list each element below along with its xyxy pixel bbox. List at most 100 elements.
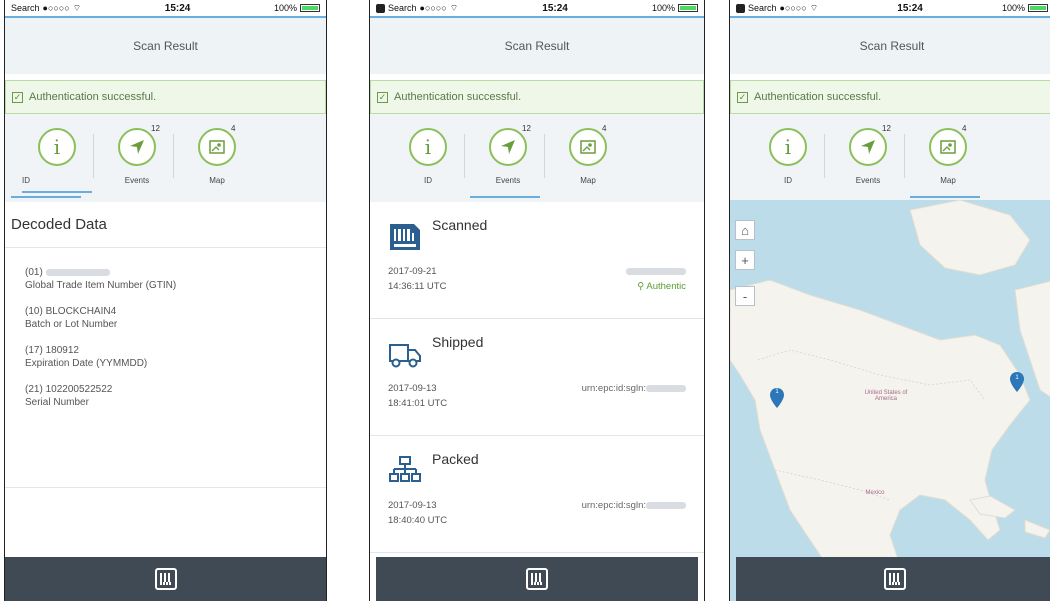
phone-id-screen: Search ●○○○○ ⌔ 15:24 100% Scan Result ✓ Aut…	[4, 0, 327, 601]
tab-map[interactable]: 4 Map	[173, 124, 257, 185]
tab-events[interactable]: 12 Events	[93, 124, 177, 185]
signal-indicator: ●○○○○	[42, 3, 70, 13]
event-item-packed[interactable]: Packed 2017-09-13 18:40:40 UTC urn:epc:id…	[370, 436, 704, 553]
tab-label: Events	[495, 176, 521, 185]
map-badge: 4	[231, 124, 236, 133]
phone-map-screen: Search ●○○○○ ⌔ 15:24 100% Scan Result ✓ Aut…	[729, 0, 1050, 601]
entry-value: 180912	[45, 345, 79, 356]
scan-footer-button[interactable]	[5, 557, 326, 601]
zoom-out-button[interactable]: -	[735, 286, 755, 306]
navigation-arrow-icon	[489, 128, 527, 166]
status-time: 15:24	[164, 2, 191, 14]
check-icon: ✓	[12, 91, 23, 103]
map-view[interactable]: ⌂ + - United States of America Mexico 1 …	[730, 200, 1050, 601]
wifi-icon: ⌔	[809, 2, 819, 13]
battery-label: 100%	[1001, 3, 1025, 13]
nav-bar: Scan Result	[370, 16, 704, 74]
event-location: urn:epc:id:sgln:	[581, 500, 646, 511]
map-badge: 4	[602, 124, 607, 133]
redacted-value	[626, 267, 686, 275]
tab-label: Map	[580, 176, 596, 185]
auth-banner: ✓ Authentication successful.	[370, 80, 704, 114]
home-icon: ⌂	[741, 222, 749, 238]
event-title: Shipped	[432, 334, 484, 350]
carrier-label: Search	[748, 3, 777, 13]
map-icon	[569, 128, 607, 166]
tab-id[interactable]: i ID	[388, 128, 468, 185]
wifi-icon: ⌔	[449, 2, 459, 13]
event-title: Packed	[432, 451, 479, 467]
status-time: 15:24	[542, 2, 568, 14]
battery-icon	[1027, 4, 1048, 12]
redacted-value	[646, 384, 686, 392]
event-title: Scanned	[432, 217, 488, 233]
location-pin-icon: ⚲	[637, 281, 645, 292]
country-label-usa: United States of America	[864, 390, 908, 402]
tab-label: ID	[22, 176, 92, 193]
active-tab-indicator	[11, 196, 81, 198]
events-badge: 12	[882, 124, 891, 133]
carrier-label: Search	[11, 3, 40, 13]
event-location: urn:epc:id:sgln:	[581, 383, 646, 394]
tab-label: ID	[424, 176, 432, 185]
auth-message: Authentication successful.	[754, 91, 882, 103]
wifi-icon: ⌔	[72, 2, 82, 13]
info-icon: i	[409, 128, 447, 166]
zoom-out-icon: -	[742, 288, 748, 304]
home-button[interactable]: ⌂	[735, 220, 755, 240]
scan-footer-button[interactable]	[376, 557, 698, 601]
redacted-value	[45, 268, 110, 276]
status-time: 15:24	[897, 2, 923, 14]
tab-events[interactable]: 12 Events	[824, 124, 908, 185]
event-time: 14:36:11 UTC	[388, 281, 447, 292]
entry-code: (17)	[25, 345, 43, 356]
entry-label: Global Trade Item Number (GTIN)	[25, 280, 177, 291]
info-icon: i	[769, 128, 807, 166]
decoded-data-title: Decoded Data	[5, 202, 326, 248]
tab-bar: i ID 12 Events 4 Map	[370, 114, 704, 202]
tab-bar: i ID 12 Events 4 Map	[5, 114, 326, 202]
event-date: 2017-09-13	[388, 500, 437, 511]
navigation-arrow-icon	[118, 128, 156, 166]
tab-label: Events	[124, 176, 150, 185]
entry-label: Serial Number	[25, 397, 89, 408]
country-label-mexico: Mexico	[865, 490, 885, 496]
tab-label: Events	[855, 176, 881, 185]
barcode-scan-icon	[884, 568, 906, 590]
events-badge: 12	[522, 124, 531, 133]
app-icon	[376, 3, 385, 13]
entry-value: 102200522522	[45, 384, 113, 395]
tab-map[interactable]: 4 Map	[544, 124, 628, 185]
battery-icon	[299, 4, 320, 12]
tab-label: Map	[940, 176, 956, 185]
app-icon	[736, 3, 745, 13]
barcode-scan-icon	[390, 224, 420, 250]
event-item-scanned[interactable]: Scanned 2017-09-21 14:36:11 UTC ⚲ Authent…	[370, 202, 704, 319]
tab-map[interactable]: 4 Map	[904, 124, 988, 185]
auth-message: Authentication successful.	[394, 91, 522, 103]
tab-bar: i ID 12 Events 4 Map	[730, 114, 1050, 202]
entry-label: Expiration Date (YYMMDD)	[25, 358, 148, 369]
event-item-shipped[interactable]: Shipped 2017-09-13 18:41:01 UTC urn:epc:i…	[370, 319, 704, 436]
entry-code: (01)	[25, 267, 43, 278]
tab-events[interactable]: 12 Events	[464, 124, 548, 185]
event-date: 2017-09-13	[388, 383, 437, 394]
navigation-arrow-icon	[849, 128, 887, 166]
battery-label: 100%	[273, 3, 297, 13]
tab-id[interactable]: i ID	[748, 128, 828, 185]
barcode-scan-icon	[526, 568, 548, 590]
page-title: Scan Result	[859, 39, 925, 53]
auth-banner: ✓ Authentication successful.	[5, 80, 326, 114]
authentic-label: Authentic	[646, 281, 686, 292]
signal-indicator: ●○○○○	[419, 3, 447, 13]
barcode-scan-icon	[154, 568, 177, 590]
entry-label: Batch or Lot Number	[25, 319, 118, 330]
zoom-in-button[interactable]: +	[735, 250, 755, 270]
list-item: (10) BLOCKCHAIN4 Batch or Lot Number	[25, 305, 306, 331]
tab-label: Map	[209, 176, 225, 185]
event-time: 18:41:01 UTC	[388, 398, 448, 409]
scan-footer-button[interactable]	[736, 557, 1050, 601]
entry-value: BLOCKCHAIN4	[45, 306, 117, 317]
truck-icon	[389, 344, 421, 368]
tab-id[interactable]: i ID	[17, 128, 97, 193]
